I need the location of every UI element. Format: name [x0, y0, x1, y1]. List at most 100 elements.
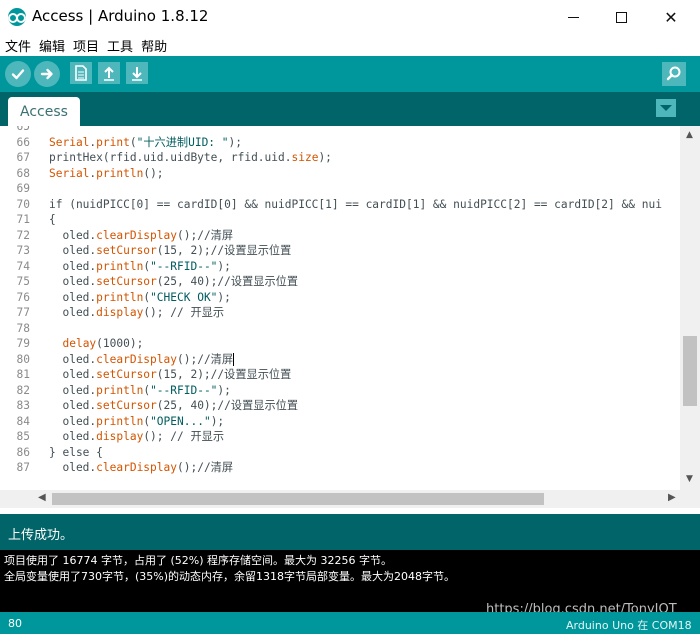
scroll-up-icon[interactable]: ▲: [686, 130, 693, 140]
verify-button[interactable]: [5, 61, 31, 87]
status-bar: [0, 514, 700, 550]
line-number: 84: [16, 414, 30, 428]
serial-monitor-button[interactable]: [662, 62, 686, 86]
status-message: 上传成功。: [8, 528, 74, 543]
code-line: 72 oled.clearDisplay();//清屏: [0, 228, 680, 244]
window-title: Access | Arduino 1.8.12: [32, 7, 209, 25]
vertical-scroll-thumb[interactable]: [683, 336, 697, 406]
code-line: 68 Serial.println();: [0, 166, 680, 182]
scroll-left-icon[interactable]: ◀: [38, 492, 46, 503]
code-text: if (nuidPICC[0] == cardID[0] && nuidPICC…: [49, 197, 662, 211]
close-button[interactable]: ✕: [648, 0, 694, 34]
code-line: 82 oled.println("--RFID--");: [0, 383, 680, 399]
code-text: delay(1000);: [62, 337, 144, 350]
code-text: oled.println("--RFID--");: [49, 383, 231, 397]
maximize-button[interactable]: [598, 0, 644, 34]
line-number: 78: [16, 321, 30, 335]
save-button[interactable]: [126, 62, 148, 84]
tab-access[interactable]: Access: [8, 97, 80, 126]
line-number: 69: [16, 182, 30, 195]
line-number: 71: [16, 213, 30, 226]
minimize-button[interactable]: [550, 0, 596, 34]
text-caret: [233, 353, 235, 366]
scroll-down-icon[interactable]: ▼: [686, 474, 693, 484]
line-number: 80: [16, 352, 30, 366]
line-number: 65: [16, 126, 30, 133]
arrow-down-icon: [132, 67, 142, 81]
code-line: 66 Serial.print("十六进制UID: ");: [0, 135, 680, 151]
code-text: oled.clearDisplay();//清屏: [49, 352, 235, 366]
line-number: 74: [16, 259, 30, 273]
minimize-icon: [567, 16, 579, 18]
code-line: 69: [0, 181, 680, 197]
code-line: 78: [0, 321, 680, 337]
menu-sketch[interactable]: 项目: [72, 36, 100, 55]
line-number: 77: [16, 306, 30, 319]
upload-button[interactable]: [34, 61, 60, 87]
code-text: } else {: [49, 445, 103, 459]
line-number: 73: [16, 244, 30, 257]
console-line: 全局变量使用了730字节，(35%)的动态内存，余留1318字节局部变量。最大为…: [4, 570, 456, 583]
arduino-logo-icon: [8, 8, 26, 26]
code-line: 85 oled.display(); // 开显示: [0, 429, 680, 445]
line-number: 70: [16, 197, 30, 211]
menu-edit[interactable]: 编辑: [38, 36, 66, 55]
line-number: 67: [16, 151, 30, 164]
open-button[interactable]: [98, 62, 120, 84]
cursor-line-number: 80: [8, 617, 22, 630]
tab-bar: [0, 92, 700, 126]
line-number: 72: [16, 228, 30, 242]
code-line: 81 oled.setCursor(15, 2);//设置显示位置: [0, 367, 680, 383]
close-icon: ✕: [664, 7, 678, 27]
code-text: Serial.println();: [49, 166, 164, 180]
menu-help[interactable]: 帮助: [140, 36, 168, 55]
code-line: 83 oled.setCursor(25, 40);//设置显示位置: [0, 398, 680, 414]
code-line: 86 } else {: [0, 445, 680, 461]
code-text: {: [49, 213, 56, 226]
code-text: printHex(rfid.uid.uidByte, rfid.uid.size…: [49, 151, 332, 164]
code-text: Serial.print("十六进制UID: ");: [49, 135, 242, 149]
code-line: 70 if (nuidPICC[0] == cardID[0] && nuidPI…: [0, 197, 680, 213]
horizontal-scroll-thumb[interactable]: [52, 493, 544, 505]
magnifier-icon: [666, 66, 681, 81]
code-line: 80 oled.clearDisplay();//清屏: [0, 352, 680, 368]
code-text: oled.setCursor(25, 40);//设置显示位置: [49, 399, 299, 412]
arrow-up-icon: [104, 66, 114, 81]
line-number: 85: [16, 430, 30, 443]
code-line: 71 {: [0, 212, 680, 228]
code-line: 76 oled.println("CHECK OK");: [0, 290, 680, 306]
code-line: 77 oled.display(); // 开显示: [0, 305, 680, 321]
code-line: 84 oled.println("OPEN...");: [0, 414, 680, 430]
maximize-icon: [615, 11, 627, 23]
menu-tools[interactable]: 工具: [106, 36, 134, 55]
check-icon: [11, 69, 25, 80]
code-editor[interactable]: 65 66 Serial.print("十六进制UID: "); 67 printHex…: [0, 126, 700, 490]
code-text: oled.clearDisplay();//清屏: [49, 461, 234, 474]
tab-menu-button[interactable]: [656, 99, 676, 117]
code-line: 67 printHex(rfid.uid.uidByte, rfid.uid.si…: [0, 150, 680, 166]
code-text: oled.setCursor(15, 2);//设置显示位置: [49, 368, 292, 381]
code-line: 73 oled.setCursor(15, 2);//设置显示位置: [0, 243, 680, 259]
menu-file[interactable]: 文件: [4, 36, 32, 55]
menu-bar: 文件 编辑 项目 工具 帮助: [0, 34, 700, 56]
line-number: 87: [16, 461, 30, 474]
code-line: 74 oled.println("--RFID--");: [0, 259, 680, 275]
line-number: 83: [16, 399, 30, 412]
line-number: 66: [16, 135, 30, 149]
code-text: oled.println("CHECK OK");: [49, 290, 231, 304]
console-line: 项目使用了 16774 字节，占用了 (52%) 程序存储空间。最大为 3225…: [4, 554, 392, 567]
line-number: 68: [16, 166, 30, 180]
new-button[interactable]: [70, 62, 92, 84]
scroll-right-icon[interactable]: ▶: [668, 492, 676, 503]
code-text: oled.clearDisplay();//清屏: [49, 228, 234, 242]
code-text: oled.setCursor(15, 2);//设置显示位置: [49, 244, 292, 257]
line-number: 79: [16, 337, 30, 350]
line-number: 81: [16, 368, 30, 381]
code-line: 65: [0, 126, 680, 135]
vertical-scrollbar[interactable]: [680, 126, 700, 490]
code-text: oled.display(); // 开显示: [49, 430, 225, 443]
code-text: oled.println("OPEN...");: [49, 414, 225, 428]
chevron-down-icon: [660, 105, 672, 111]
line-number: 82: [16, 383, 30, 397]
line-number: 86: [16, 445, 30, 459]
